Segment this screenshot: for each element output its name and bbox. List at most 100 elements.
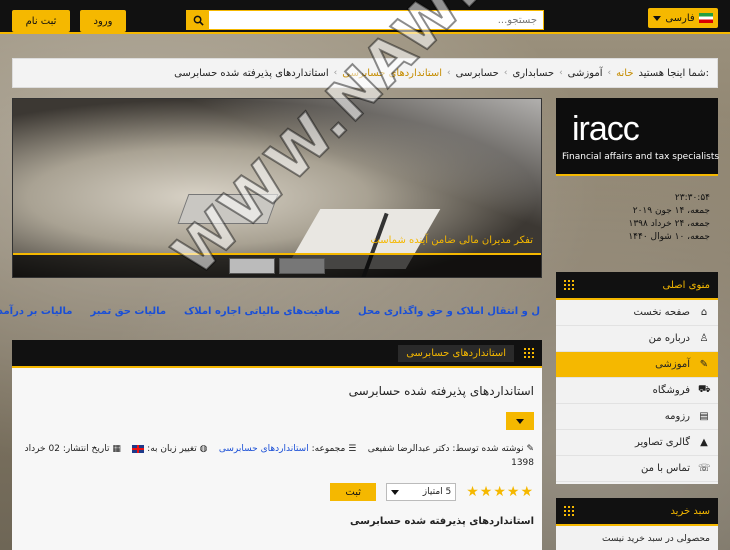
rating-select-value: 5 امتیاز bbox=[422, 487, 452, 497]
image-slider[interactable]: تفکر مدیران مالی ضامن آینده شماست bbox=[12, 98, 542, 278]
menu-item-label: رزومه bbox=[664, 411, 690, 422]
language-switch-label: تغییر زبان به: bbox=[147, 444, 197, 454]
chevron-down-icon bbox=[516, 418, 524, 424]
register-button[interactable]: ثبت نام bbox=[12, 10, 70, 32]
category-label: مجموعه: bbox=[311, 444, 346, 454]
breadcrumb-home[interactable]: خانه bbox=[616, 68, 633, 79]
news-ticker: ل و انتقال املاک و حق واگذاری محل معافیت… bbox=[0, 296, 542, 326]
article-title: استانداردهای پذیرفته شده حسابرسی bbox=[348, 384, 534, 398]
jalali-date: جمعه، ۲۴ خرداد ۱۳۹۸ bbox=[628, 219, 711, 229]
article-body-title: استانداردهای پذیرفته شده حسابرسی bbox=[349, 516, 534, 527]
slide-thumbnail[interactable] bbox=[229, 258, 275, 274]
gallery-icon: ▲ bbox=[700, 437, 708, 448]
breadcrumb-separator-icon: ‹ bbox=[559, 68, 563, 78]
cart-empty-text: محصولی در سبد خرید نیست bbox=[602, 534, 710, 544]
author-name: دکتر عبدالرضا شفیعی bbox=[367, 444, 450, 454]
breadcrumb-item[interactable]: حسابداری bbox=[512, 68, 554, 79]
search-box bbox=[186, 10, 544, 30]
language-selector[interactable]: فارسی bbox=[648, 8, 718, 28]
menu-item-label: آموزشی bbox=[655, 359, 690, 370]
calculator-shape bbox=[177, 194, 279, 224]
breadcrumb-separator-icon: ‹ bbox=[607, 68, 612, 78]
ticker-link[interactable]: معافیت‌های مالیاتی اجاره املاک bbox=[184, 306, 340, 317]
menu-item-label: صفحه نخست bbox=[633, 307, 690, 318]
cart-icon: ⛟ bbox=[698, 384, 711, 395]
article-panel: استانداردهای حسابرسی استانداردهای پذیرفت… bbox=[12, 340, 542, 550]
hijri-date: جمعه، ۱۰ شوال ۱۴۴۰ bbox=[628, 232, 710, 242]
article-header: استانداردهای حسابرسی bbox=[12, 340, 542, 368]
menu-item-contact[interactable]: تماس با من ☏ bbox=[556, 456, 718, 482]
contact-icon: ☏ bbox=[698, 463, 711, 474]
menu-item-gallery[interactable]: گالری تصاویر ▲ bbox=[556, 430, 718, 456]
main-menu-header: منوی اصلی bbox=[556, 272, 718, 300]
breadcrumb-prefix: شما اینجا هستید: bbox=[638, 67, 710, 79]
login-button[interactable]: ورود bbox=[80, 10, 126, 32]
top-bar: فارسی ورود ثبت نام bbox=[0, 0, 730, 34]
breadcrumb-separator-icon: ‹ bbox=[333, 68, 338, 78]
cart-title: سبد خرید bbox=[670, 505, 710, 517]
edit-icon: ✎ bbox=[699, 359, 709, 370]
rating-row: ★★★★★ 5 امتیاز ثبت bbox=[18, 482, 534, 502]
slide-caption: تفکر مدیران مالی ضامن آینده شماست bbox=[370, 235, 533, 246]
category-icon: ☰ bbox=[348, 444, 357, 454]
ticker-link[interactable]: مالیات حق تمبر bbox=[90, 306, 166, 317]
category-link[interactable]: استانداردهای حسابرسی bbox=[219, 444, 309, 454]
pen-icon: ✎ bbox=[526, 444, 534, 454]
breadcrumb-current: استانداردهای پذیرفته شده حسابرسی bbox=[174, 67, 329, 79]
article-options-button[interactable] bbox=[506, 412, 534, 430]
breadcrumb: شما اینجا هستید: خانه ‹ آموزشی ‹ حسابدار… bbox=[12, 58, 718, 88]
menu-item-about[interactable]: درباره من ♙ bbox=[556, 326, 718, 352]
publish-label: تاریخ انتشار: bbox=[62, 444, 110, 454]
menu-item-shop[interactable]: فروشگاه ⛟ bbox=[556, 378, 718, 404]
breadcrumb-separator-icon: ‹ bbox=[447, 68, 451, 78]
main-menu-title: منوی اصلی bbox=[662, 279, 710, 291]
cart-header: سبد خرید bbox=[556, 498, 718, 526]
menu-item-label: تماس با من bbox=[641, 463, 690, 474]
search-button[interactable] bbox=[187, 11, 209, 29]
file-icon: ▤ bbox=[699, 411, 709, 422]
rating-submit-button[interactable]: ثبت bbox=[330, 483, 377, 501]
chevron-down-icon bbox=[391, 489, 400, 495]
article-category-tag[interactable]: استانداردهای حسابرسی bbox=[398, 344, 514, 362]
slide-thumbnails bbox=[13, 253, 541, 277]
site-logo: iracc bbox=[572, 110, 640, 148]
clock-time: ۲۳:۳۰:۵۴ bbox=[674, 193, 710, 203]
author-label: نوشته شده توسط: bbox=[452, 444, 524, 454]
main-menu-panel: منوی اصلی صفحه نخست ⌂ درباره من ♙ آموزشی… bbox=[556, 272, 718, 484]
calendar-icon: ▦ bbox=[112, 444, 121, 454]
language-label: فارسی bbox=[665, 12, 695, 24]
star-rating[interactable]: ★★★★★ bbox=[466, 484, 534, 500]
search-input[interactable] bbox=[209, 11, 543, 29]
article-meta: ✎ نوشته شده توسط: دکتر عبدالرضا شفیعی ☰ … bbox=[20, 442, 534, 470]
slide-thumbnail[interactable] bbox=[279, 258, 325, 274]
slide-image bbox=[13, 99, 541, 277]
menu-item-label: گالری تصاویر bbox=[634, 437, 690, 448]
ticker-link[interactable]: ل و انتقال املاک و حق واگذاری محل bbox=[358, 306, 540, 317]
breadcrumb-separator-icon: ‹ bbox=[503, 68, 508, 78]
menu-item-label: فروشگاه bbox=[652, 385, 690, 396]
gregorian-date: جمعه، ۱۴ جون ۲۰۱۹ bbox=[632, 206, 710, 216]
menu-item-resume[interactable]: رزومه ▤ bbox=[556, 404, 718, 430]
ticker-link[interactable]: مالیات بر درآمد اجاره اشخاص حقوق bbox=[0, 306, 72, 317]
rating-select[interactable]: 5 امتیاز bbox=[386, 483, 457, 501]
search-icon bbox=[193, 15, 204, 26]
breadcrumb-item[interactable]: حسابرسی bbox=[456, 68, 499, 79]
cart-panel: سبد خرید محصولی در سبد خرید نیست bbox=[556, 498, 718, 550]
grid-icon bbox=[564, 280, 574, 290]
brand-logo-box[interactable]: iracc Financial affairs and tax speciali… bbox=[556, 98, 720, 176]
grid-icon bbox=[564, 506, 574, 516]
breadcrumb-item[interactable]: آموزشی bbox=[568, 68, 603, 79]
grid-icon bbox=[524, 348, 534, 358]
globe-icon: ◍ bbox=[199, 444, 208, 454]
iran-flag-icon bbox=[699, 13, 713, 23]
breadcrumb-item[interactable]: استانداردهای حسابرسی bbox=[342, 68, 442, 79]
uk-flag-icon[interactable] bbox=[132, 444, 145, 453]
date-widget: ۲۳:۳۰:۵۴ جمعه، ۱۴ جون ۲۰۱۹ جمعه، ۲۴ خردا… bbox=[556, 186, 718, 256]
brand-subtitle: Financial affairs and tax specialists bbox=[562, 152, 720, 162]
home-icon: ⌂ bbox=[700, 307, 708, 318]
chevron-down-icon bbox=[653, 15, 661, 21]
menu-item-education[interactable]: آموزشی ✎ bbox=[556, 352, 718, 378]
menu-item-home[interactable]: صفحه نخست ⌂ bbox=[556, 300, 718, 326]
user-icon: ♙ bbox=[699, 333, 709, 344]
menu-item-label: درباره من bbox=[648, 333, 690, 344]
